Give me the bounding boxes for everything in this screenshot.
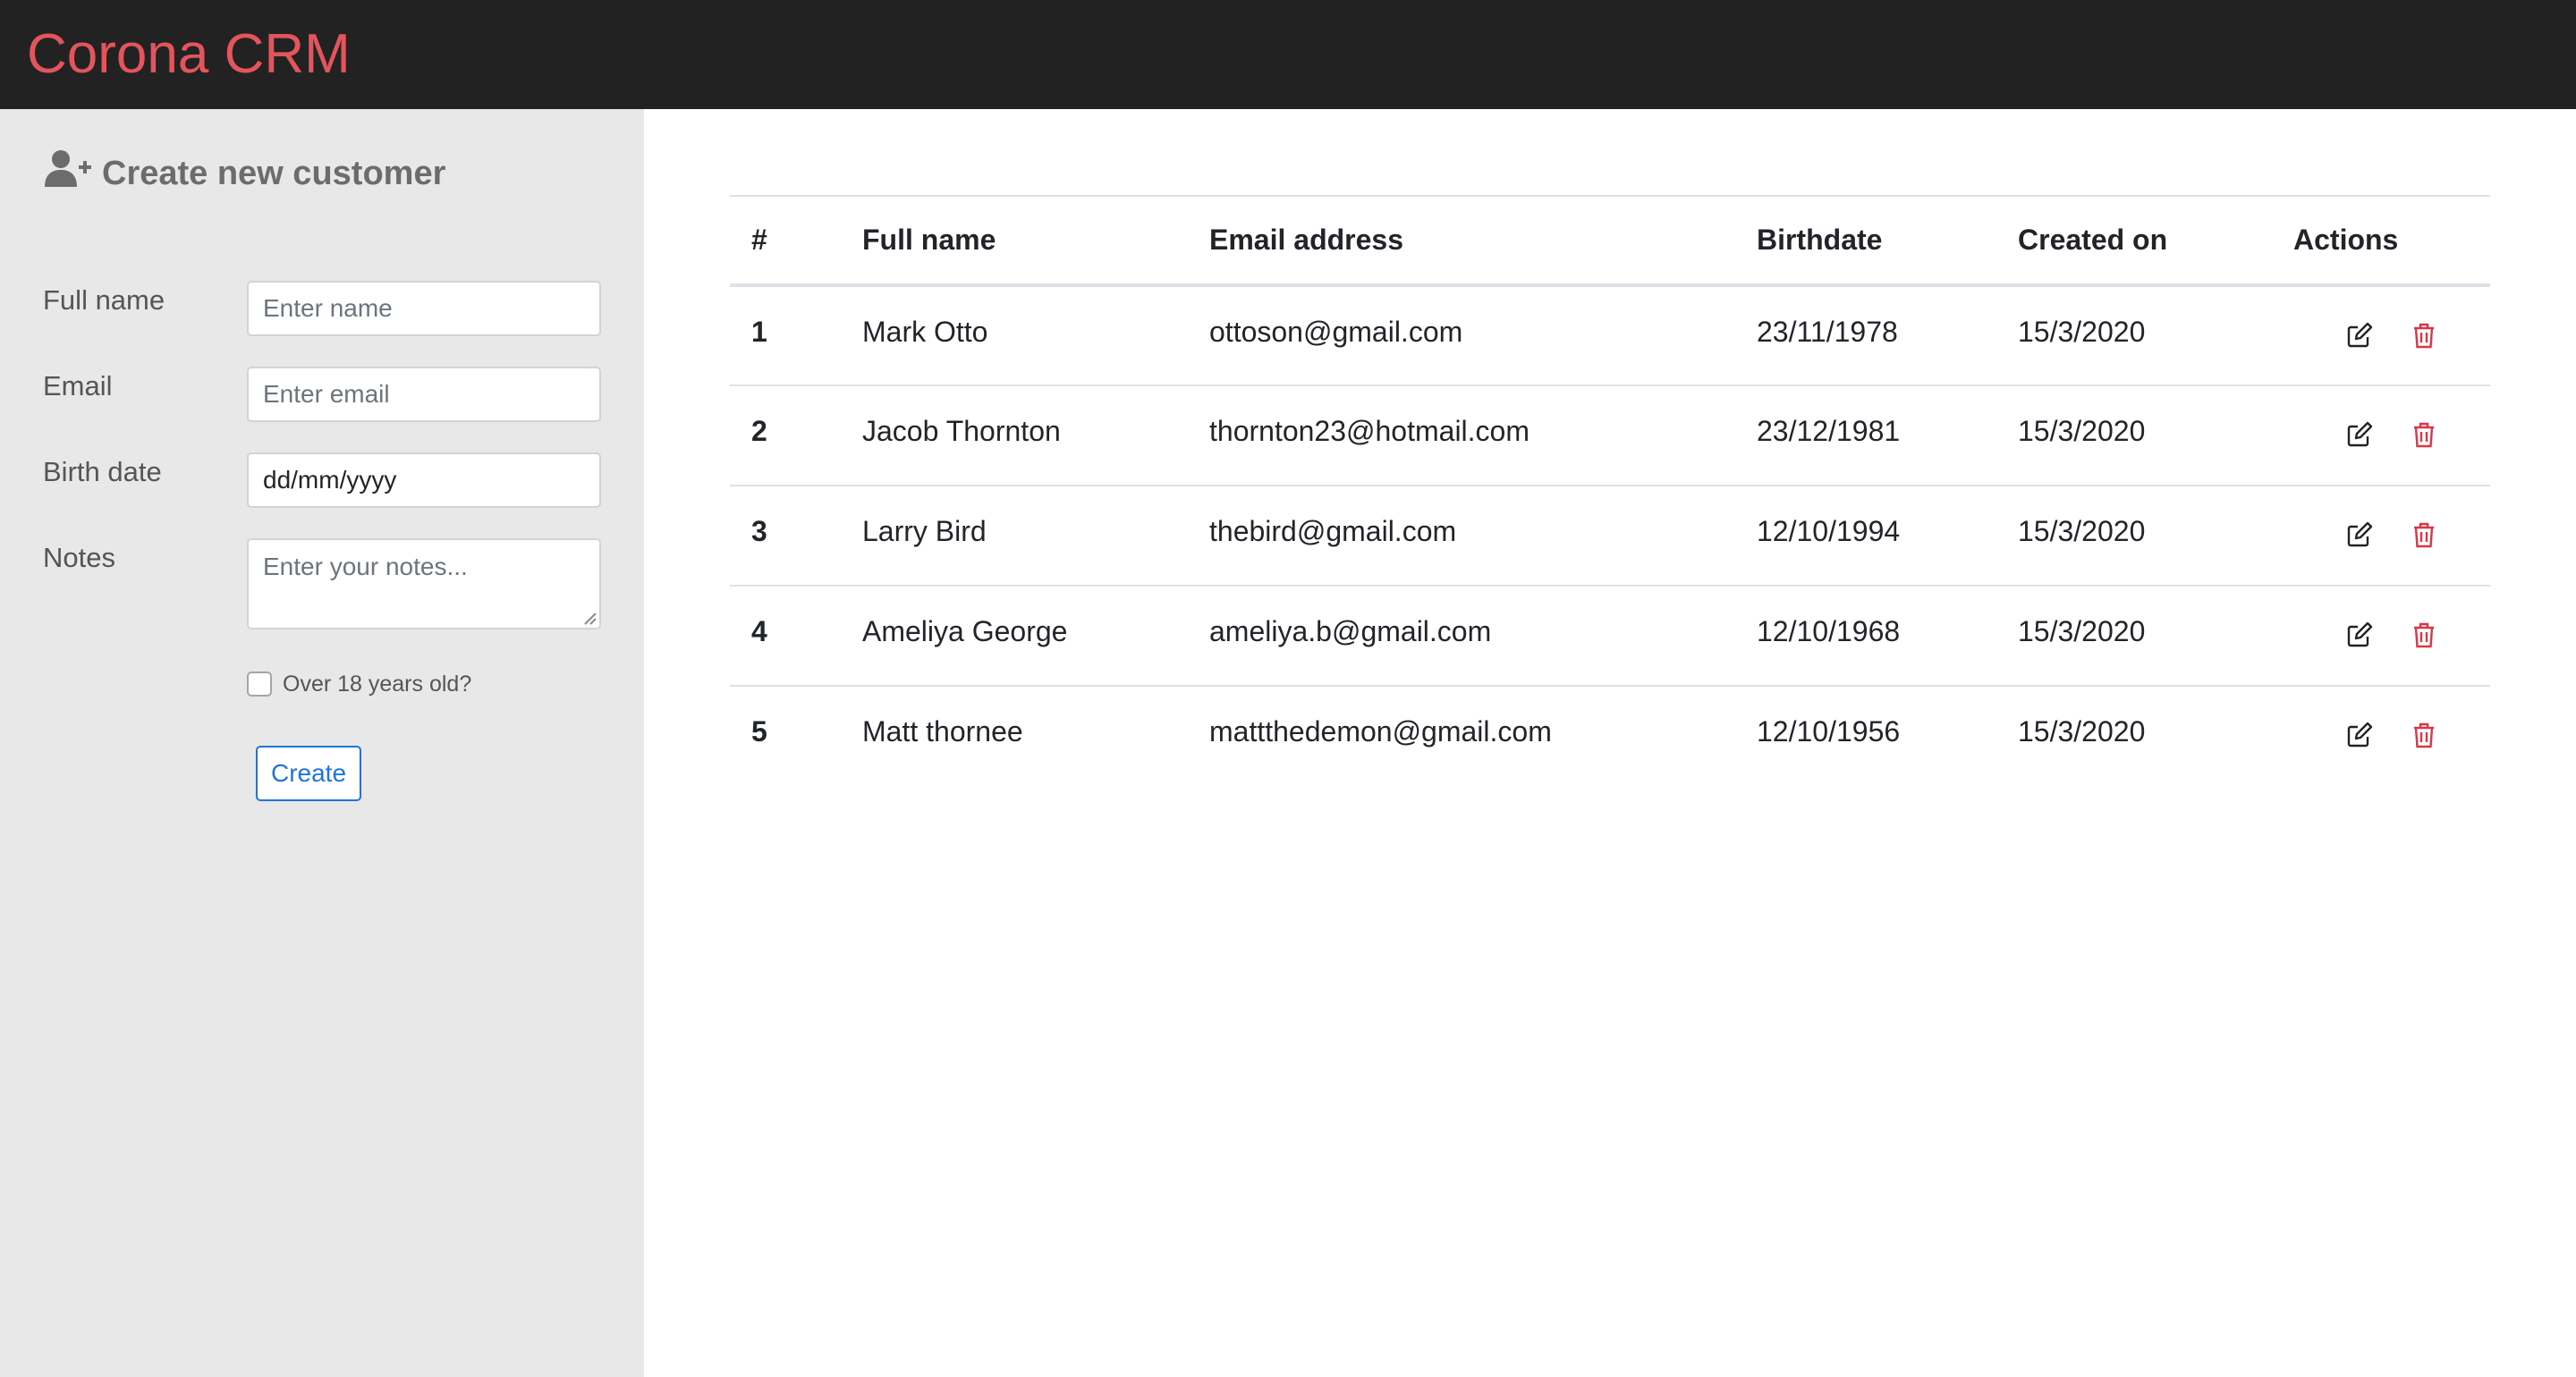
edit-icon[interactable] (2345, 621, 2374, 649)
edit-icon[interactable] (2345, 420, 2374, 449)
table-row: 1 Mark Otto ottoson@gmail.com 23/11/1978… (730, 285, 2490, 385)
form-title: Create new customer (43, 147, 445, 200)
header-birthdate: Birthdate (1757, 224, 1883, 256)
table-row: 3 Larry Bird thebird@gmail.com 12/10/199… (730, 486, 2490, 586)
row-full-name: Ameliya George (862, 615, 1068, 647)
row-birthdate: 12/10/1956 (1757, 715, 1901, 748)
header-actions: Actions (2293, 224, 2399, 256)
header-number: # (751, 224, 767, 256)
row-full-name: Matt thornee (862, 715, 1023, 748)
resize-grip-icon[interactable] (581, 610, 597, 626)
customers-table-container: # Full name Email address Birthdate Crea… (730, 195, 2490, 786)
row-number: 3 (751, 515, 767, 547)
table-row: 5 Matt thornee mattthedemon@gmail.com 12… (730, 686, 2490, 786)
trash-icon[interactable] (2410, 321, 2438, 350)
top-navbar: Corona CRM (0, 0, 2576, 109)
email-label: Email (43, 370, 113, 401)
customers-table: # Full name Email address Birthdate Crea… (730, 195, 2490, 786)
over-18-checkbox-row: Over 18 years old? (247, 669, 471, 699)
row-email: thebird@gmail.com (1209, 515, 1457, 547)
brand-logo[interactable]: Corona CRM (27, 0, 351, 109)
row-full-name: Larry Bird (862, 515, 987, 547)
table-row: 2 Jacob Thornton thornton23@hotmail.com … (730, 385, 2490, 486)
row-birthdate: 12/10/1968 (1757, 615, 1901, 647)
row-number: 2 (751, 415, 767, 447)
user-plus-icon (43, 149, 93, 198)
row-email: ameliya.b@gmail.com (1209, 615, 1492, 647)
row-email: ottoson@gmail.com (1209, 316, 1463, 348)
row-created-on: 15/3/2020 (2018, 415, 2146, 447)
header-created-on: Created on (2018, 224, 2168, 256)
row-actions (2272, 285, 2490, 385)
row-created-on: 15/3/2020 (2018, 316, 2146, 348)
trash-icon[interactable] (2410, 621, 2438, 649)
form-title-text: Create new customer (102, 154, 446, 192)
email-input[interactable] (247, 367, 601, 422)
edit-icon[interactable] (2345, 321, 2374, 350)
table-header-row: # Full name Email address Birthdate Crea… (730, 196, 2490, 285)
header-email: Email address (1209, 224, 1403, 256)
full-name-label: Full name (43, 284, 165, 316)
row-number: 4 (751, 615, 767, 647)
row-email: thornton23@hotmail.com (1209, 415, 1530, 447)
row-birthdate: 23/12/1981 (1757, 415, 1901, 447)
row-email: mattthedemon@gmail.com (1209, 715, 1552, 748)
over-18-label[interactable]: Over 18 years old? (283, 672, 471, 697)
full-name-input[interactable] (247, 281, 601, 336)
row-full-name: Mark Otto (862, 316, 988, 348)
table-row: 4 Ameliya George ameliya.b@gmail.com 12/… (730, 586, 2490, 686)
create-button[interactable]: Create (256, 746, 361, 801)
row-actions (2272, 586, 2490, 686)
header-full-name: Full name (862, 224, 996, 256)
row-created-on: 15/3/2020 (2018, 615, 2146, 647)
row-actions (2272, 686, 2490, 786)
notes-label: Notes (43, 542, 115, 573)
edit-icon[interactable] (2345, 520, 2374, 549)
row-actions (2272, 385, 2490, 486)
trash-icon[interactable] (2410, 721, 2438, 749)
birth-date-label: Birth date (43, 456, 162, 487)
row-created-on: 15/3/2020 (2018, 715, 2146, 748)
trash-icon[interactable] (2410, 520, 2438, 549)
row-created-on: 15/3/2020 (2018, 515, 2146, 547)
row-number: 1 (751, 316, 767, 348)
row-full-name: Jacob Thornton (862, 415, 1061, 447)
over-18-checkbox[interactable] (247, 672, 272, 697)
row-birthdate: 12/10/1994 (1757, 515, 1901, 547)
row-actions (2272, 486, 2490, 586)
birth-date-input[interactable] (247, 452, 601, 508)
row-number: 5 (751, 715, 767, 748)
edit-icon[interactable] (2345, 721, 2374, 749)
row-birthdate: 23/11/1978 (1757, 316, 1898, 348)
trash-icon[interactable] (2410, 420, 2438, 449)
notes-textarea[interactable] (247, 538, 601, 629)
